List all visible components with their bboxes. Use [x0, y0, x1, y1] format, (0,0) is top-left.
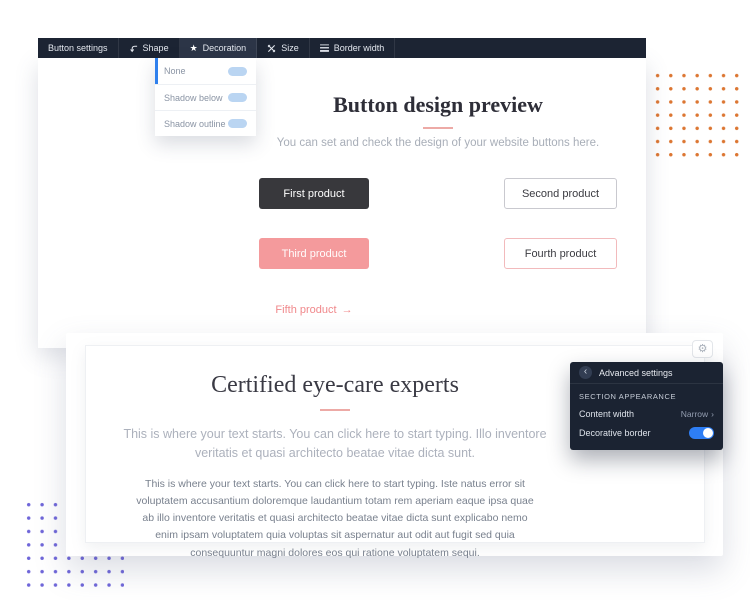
preview-title: Button design preview [233, 92, 643, 118]
preview-subtitle: You can set and check the design of your… [233, 137, 643, 149]
arrow-right-icon: → [342, 304, 353, 316]
toolbar-item-size[interactable]: Size [257, 38, 310, 58]
panel-title: Advanced settings [599, 368, 673, 378]
toggle-pill[interactable] [228, 67, 247, 76]
toolbar-item-border-width[interactable]: Border width [310, 38, 396, 58]
section-settings-button[interactable]: ⚙ [692, 340, 713, 358]
section-heading: Certified eye-care experts [96, 372, 574, 399]
decorative-border-row: Decorative border [579, 427, 714, 439]
chevron-left-icon: ‹ [584, 367, 587, 377]
decorative-border-label: Decorative border [579, 428, 651, 438]
back-button[interactable]: ‹ [579, 366, 592, 379]
dropdown-item-none[interactable]: None [155, 58, 256, 84]
toolbar-label: Size [281, 43, 299, 53]
fifth-product-slot: Fifth product → [259, 300, 369, 318]
dropdown-item-label: None [164, 66, 186, 76]
first-product-button[interactable]: First product [259, 178, 369, 209]
button-settings-toolbar: Button settings Shape ★ Decoration Size … [38, 38, 646, 58]
toolbar-item-decoration[interactable]: ★ Decoration [180, 38, 258, 58]
toolbar-label: Decoration [203, 43, 247, 53]
dropdown-item-label: Shadow outline [164, 119, 226, 129]
gear-icon: ⚙ [698, 344, 708, 355]
toolbar-label: Shape [143, 43, 169, 53]
content-width-label: Content width [579, 409, 634, 419]
section-paragraph-body: This is where your text starts. You can … [135, 476, 535, 563]
section-content: Certified eye-care experts This is where… [96, 346, 574, 562]
decoration-dropdown: None Shadow below Shadow outline [155, 58, 256, 136]
third-product-button[interactable]: Third product [259, 238, 369, 269]
toolbar-label: Button settings [48, 43, 108, 53]
button-preview-card: Button design preview You can set and ch… [38, 58, 646, 348]
fifth-product-label: Fifth product [275, 304, 336, 316]
toolbar-label: Border width [334, 43, 385, 53]
content-width-selector[interactable]: Narrow› [681, 409, 714, 419]
button-row-3: Fifth product → [233, 300, 643, 318]
toggle-knob [703, 428, 713, 438]
heading-underline-decoration [320, 409, 350, 411]
toolbar-item-button-settings[interactable]: Button settings [38, 38, 119, 58]
chevron-right-icon: › [711, 409, 714, 419]
advanced-settings-header: ‹ Advanced settings [570, 362, 723, 384]
second-product-button[interactable]: Second product [504, 178, 617, 209]
fifth-product-link[interactable]: Fifth product → [275, 304, 352, 316]
preview-content: Button design preview You can set and ch… [233, 92, 643, 318]
section-appearance-label: SECTION APPEARANCE [579, 392, 714, 401]
advanced-settings-panel: ‹ Advanced settings SECTION APPEARANCE C… [570, 362, 723, 450]
toolbar-item-shape[interactable]: Shape [119, 38, 180, 58]
dropdown-item-shadow-below[interactable]: Shadow below [155, 84, 256, 110]
section-paragraph-lead: This is where your text starts. You can … [112, 425, 558, 463]
star-icon: ★ [190, 44, 198, 53]
toggle-pill[interactable] [228, 119, 247, 128]
content-width-row: Content width Narrow› [579, 409, 714, 419]
fourth-product-button[interactable]: Fourth product [504, 238, 617, 269]
decorative-border-toggle[interactable] [689, 427, 714, 439]
button-row-2: Third product Fourth product [233, 238, 643, 269]
orange-dots-pattern [651, 69, 745, 163]
border-width-lines-icon [320, 44, 329, 52]
toggle-pill[interactable] [228, 93, 247, 102]
editor-canvas: Button settings Shape ★ Decoration Size … [0, 0, 750, 600]
resize-icon [267, 44, 276, 53]
shape-curve-icon [129, 44, 138, 53]
button-row-1: First product Second product [233, 178, 643, 209]
dropdown-item-label: Shadow below [164, 93, 223, 103]
title-underline-decoration [423, 127, 453, 129]
content-width-value: Narrow [681, 409, 708, 419]
dropdown-item-shadow-outline[interactable]: Shadow outline [155, 110, 256, 136]
